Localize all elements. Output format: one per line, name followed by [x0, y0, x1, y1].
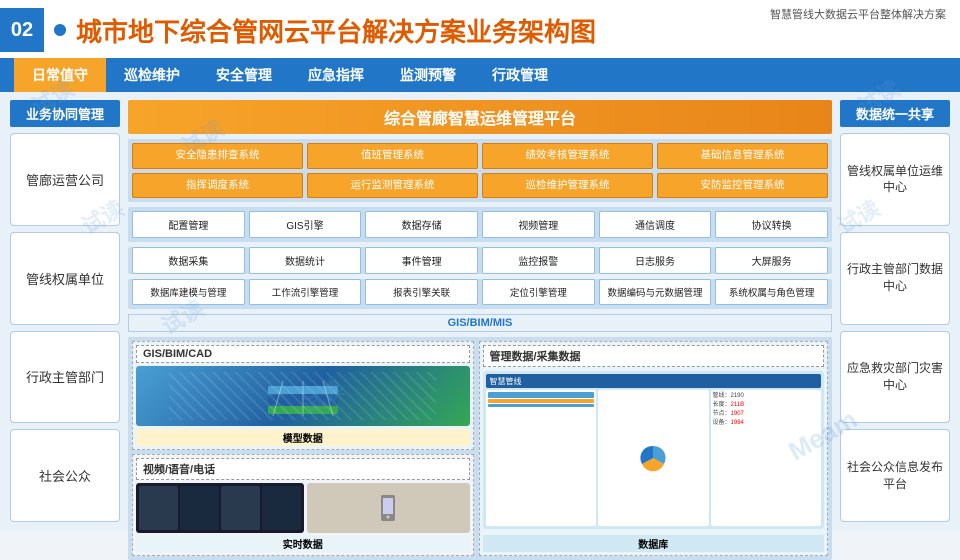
left-item-3: 社会公众 — [10, 429, 120, 522]
left-item-1: 管线权属单位 — [10, 232, 120, 325]
nav-item-3[interactable]: 应急指挥 — [290, 58, 382, 92]
gis-section-title: GIS/BIM/CAD — [136, 345, 470, 363]
right-panel: 数据统一共享 管线权属单位运维中心 行政主管部门数据中心 应急救灾部门灾害中心 … — [840, 100, 950, 522]
top-box-01: 值班管理系统 — [307, 143, 478, 169]
top-col-0: 安全隐患排查系统 指挥调度系统 — [132, 143, 303, 198]
bottom-area: GIS/BIM/CAD 模型数 — [128, 337, 832, 560]
nav-item-1[interactable]: 巡检维护 — [106, 58, 198, 92]
mid-r1-2: 数据存储 — [365, 211, 478, 238]
center-title: 综合管廊智慧运维管理平台 — [128, 100, 832, 134]
left-item-2: 行政主管部门 — [10, 331, 120, 424]
db-label: 数据库 — [483, 535, 825, 552]
center-panel: 综合管廊智慧运维管理平台 安全隐患排查系统 指挥调度系统 值班管理系统 运行监测… — [128, 100, 832, 522]
section-number: 02 — [0, 8, 44, 52]
page-title: 城市地下综合管网云平台解决方案业务架构图 — [76, 12, 596, 49]
top-col-2: 绩效考核管理系统 巡检维护管理系统 — [482, 143, 653, 198]
header-dot-icon — [54, 24, 66, 36]
middle-row-3: 数据库建模与管理 工作流引擎管理 报表引擎关联 定位引擎管理 数据编码与元数据管… — [128, 279, 832, 309]
middle-row-2: 数据采集 数据统计 事件管理 监控报警 日志服务 大屏服务 — [128, 247, 832, 274]
top-box-00: 安全隐患排查系统 — [132, 143, 303, 169]
top-box-13: 安防监控管理系统 — [657, 173, 828, 199]
nav-item-0[interactable]: 日常值守 — [14, 58, 106, 92]
mid-r2-4: 日志服务 — [599, 247, 712, 274]
right-item-0: 管线权属单位运维中心 — [840, 133, 950, 226]
mid-r2-2: 事件管理 — [365, 247, 478, 274]
left-panel-title: 业务协同管理 — [10, 100, 120, 127]
mid-r1-0: 配置管理 — [132, 211, 245, 238]
right-item-3: 社会公众信息发布平台 — [840, 429, 950, 522]
manage-data-title: 管理数据/采集数据 — [483, 345, 825, 367]
middle-row-1: 配置管理 GIS引擎 数据存储 视频管理 通信调度 协议转换 — [128, 207, 832, 242]
mid-r3-4: 数据编码与元数据管理 — [599, 279, 712, 305]
gis-image — [136, 366, 470, 426]
top-box-12: 巡检维护管理系统 — [482, 173, 653, 199]
right-item-2: 应急救灾部门灾害中心 — [840, 331, 950, 424]
top-grid: 安全隐患排查系统 指挥调度系统 值班管理系统 运行监测管理系统 绩效考核管理系统… — [128, 139, 832, 202]
bottom-right: 管理数据/采集数据 智慧管线 — [479, 341, 829, 556]
nav-item-4[interactable]: 监测预警 — [382, 58, 474, 92]
mid-r2-0: 数据采集 — [132, 247, 245, 274]
video-section-title: 视频/语音/电话 — [136, 458, 470, 480]
nav-item-2[interactable]: 安全管理 — [198, 58, 290, 92]
mid-r3-3: 定位引擎管理 — [482, 279, 595, 305]
top-box-11: 运行监测管理系统 — [307, 173, 478, 199]
mid-r2-5: 大屏服务 — [715, 247, 828, 274]
right-panel-title: 数据统一共享 — [840, 100, 950, 127]
top-box-10: 指挥调度系统 — [132, 173, 303, 199]
mid-r2-3: 监控报警 — [482, 247, 595, 274]
phone-image — [307, 483, 469, 533]
data-display: 智慧管线 — [483, 371, 825, 529]
top-label: 智慧管线大数据云平台整体解决方案 — [770, 6, 946, 22]
gis-label: GIS/BIM/MIS — [128, 314, 832, 332]
main-content: 业务协同管理 管廊运营公司 管线权属单位 行政主管部门 社会公众 综合管廊智慧运… — [0, 92, 960, 530]
nav-item-5[interactable]: 行政管理 — [474, 58, 566, 92]
right-item-1: 行政主管部门数据中心 — [840, 232, 950, 325]
mid-r1-5: 协议转换 — [715, 211, 828, 238]
mid-r3-5: 系统权属与角色管理 — [715, 279, 828, 305]
mid-r1-4: 通信调度 — [599, 211, 712, 238]
top-col-1: 值班管理系统 运行监测管理系统 — [307, 143, 478, 198]
mid-r3-1: 工作流引擎管理 — [249, 279, 362, 305]
mid-r2-1: 数据统计 — [249, 247, 362, 274]
bottom-left: GIS/BIM/CAD 模型数 — [132, 341, 474, 556]
mid-r1-3: 视频管理 — [482, 211, 595, 238]
left-panel: 业务协同管理 管廊运营公司 管线权属单位 行政主管部门 社会公众 — [10, 100, 120, 522]
top-box-02: 绩效考核管理系统 — [482, 143, 653, 169]
mid-r1-1: GIS引擎 — [249, 211, 362, 238]
model-label: 模型数据 — [136, 429, 470, 446]
nav-bar: 日常值守 巡检维护 安全管理 应急指挥 监测预警 行政管理 — [0, 58, 960, 92]
realtime-label: 实时数据 — [136, 535, 470, 552]
top-col-3: 基础信息管理系统 安防监控管理系统 — [657, 143, 828, 198]
left-item-0: 管廊运营公司 — [10, 133, 120, 226]
mid-r3-2: 报表引擎关联 — [365, 279, 478, 305]
top-box-03: 基础信息管理系统 — [657, 143, 828, 169]
surveillance-image — [136, 483, 304, 533]
mid-r3-0: 数据库建模与管理 — [132, 279, 245, 305]
